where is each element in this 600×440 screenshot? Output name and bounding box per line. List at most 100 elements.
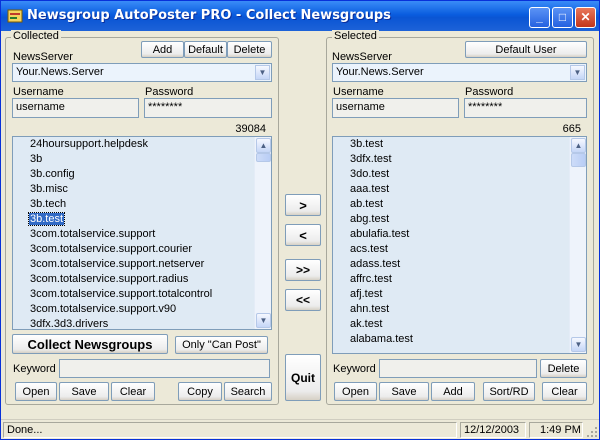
list-item-label: ab.test	[350, 198, 384, 210]
collected-newsgroup-list[interactable]: 24hoursupport.helpdesk 3b 3b.config 3b.misc…	[12, 136, 272, 330]
selected-username-input[interactable]: username	[332, 98, 459, 118]
app-icon	[7, 9, 23, 23]
collected-search-button[interactable]: Search	[224, 382, 272, 401]
collected-list-items: 24hoursupport.helpdesk 3b 3b.config 3b.misc…	[13, 137, 254, 329]
list-item[interactable]: 3b	[13, 152, 254, 167]
list-item-label: 3b.test	[350, 138, 384, 150]
list-item-label: acs.test	[350, 243, 388, 255]
list-item[interactable]: ab.test	[333, 197, 569, 212]
move-left-button[interactable]: <	[285, 224, 321, 246]
list-item-label: abulafia.test	[350, 228, 410, 240]
list-item[interactable]: affrc.test	[333, 272, 569, 287]
scroll-up-icon[interactable]: ▲	[571, 138, 586, 153]
collected-keyword-input[interactable]	[59, 359, 270, 378]
list-item-label: 3b.test	[27, 212, 66, 226]
chevron-down-icon[interactable]: ▼	[570, 65, 585, 80]
collected-count: 39084	[235, 123, 266, 135]
collected-newsserver-select[interactable]: Your.News.Server ▼	[12, 63, 272, 82]
collected-add-server-button[interactable]: Add	[141, 41, 184, 58]
collected-open-button[interactable]: Open	[15, 382, 57, 401]
selected-list-scrollbar[interactable]: ▲ ▼	[569, 137, 586, 353]
list-item-label: adass.test	[350, 258, 401, 270]
list-item[interactable]: 3b.misc	[13, 182, 254, 197]
list-item[interactable]: 3com.totalservice.support.courier	[13, 242, 254, 257]
list-item[interactable]: 3b.test	[333, 137, 569, 152]
selected-newsserver-select[interactable]: Your.News.Server ▼	[332, 63, 587, 82]
list-item-label: ahn.test	[350, 303, 390, 315]
list-item[interactable]: 3do.test	[333, 167, 569, 182]
status-time: 1:49 PM	[529, 422, 583, 438]
resize-grip-icon[interactable]	[586, 426, 598, 438]
list-item-label: alabama.test	[350, 333, 413, 345]
move-all-left-button[interactable]: <<	[285, 289, 321, 311]
list-item[interactable]: abg.test	[333, 212, 569, 227]
selected-save-button[interactable]: Save	[379, 382, 429, 401]
move-right-button[interactable]: >	[285, 194, 321, 216]
list-item[interactable]: 3com.totalservice.support.radius	[13, 272, 254, 287]
list-item[interactable]: 3dfx.3d3.drivers	[13, 317, 254, 329]
selected-delete-button[interactable]: Delete	[540, 359, 587, 378]
scroll-up-icon[interactable]: ▲	[256, 138, 271, 153]
collected-password-input[interactable]: ********	[144, 98, 272, 118]
list-item[interactable]: 3com.totalservice.support.netserver	[13, 257, 254, 272]
selected-clear-button[interactable]: Clear	[542, 382, 587, 401]
list-item-label: 3com.totalservice.support.v90	[30, 303, 177, 315]
list-item[interactable]: 24hoursupport.helpdesk	[13, 137, 254, 152]
collect-newsgroups-button[interactable]: Collect Newsgroups	[12, 334, 168, 354]
chevron-down-icon[interactable]: ▼	[255, 65, 270, 80]
list-item[interactable]: ak.test	[333, 317, 569, 332]
list-item[interactable]: adass.test	[333, 257, 569, 272]
list-item[interactable]: 3com.totalservice.support	[13, 227, 254, 242]
scroll-down-icon[interactable]: ▼	[256, 313, 271, 328]
scroll-thumb[interactable]	[571, 153, 586, 167]
list-item[interactable]: 3b.config	[13, 167, 254, 182]
collected-delete-server-button[interactable]: Delete	[227, 41, 272, 58]
selected-count: 665	[562, 123, 581, 135]
move-all-right-button[interactable]: >>	[285, 259, 321, 281]
list-item[interactable]: abulafia.test	[333, 227, 569, 242]
collected-legend: Collected	[11, 30, 61, 42]
collected-save-button[interactable]: Save	[59, 382, 109, 401]
list-item-label: 3com.totalservice.support.netserver	[30, 258, 205, 270]
close-button[interactable]: ✕	[575, 7, 596, 28]
list-item-label: 3dfx.test	[350, 153, 392, 165]
list-item-label: abg.test	[350, 213, 390, 225]
title-bar[interactable]: Newsgroup AutoPoster PRO - Collect Newsg…	[1, 1, 599, 31]
scroll-thumb[interactable]	[256, 153, 271, 162]
status-text: Done...	[3, 422, 457, 438]
selected-password-input[interactable]: ********	[464, 98, 587, 118]
selected-open-button[interactable]: Open	[334, 382, 377, 401]
list-item[interactable]: aaa.test	[333, 182, 569, 197]
list-item[interactable]: 3b.test	[13, 212, 254, 227]
only-can-post-toggle[interactable]: Only "Can Post"	[175, 336, 268, 354]
quit-button[interactable]: Quit	[285, 354, 321, 401]
collected-copy-button[interactable]: Copy	[178, 382, 222, 401]
maximize-button[interactable]: □	[552, 7, 573, 28]
list-item[interactable]: 3b.tech	[13, 197, 254, 212]
main-window: Newsgroup AutoPoster PRO - Collect Newsg…	[0, 0, 600, 440]
sort-rd-button[interactable]: Sort/RD	[483, 382, 535, 401]
list-item[interactable]: acs.test	[333, 242, 569, 257]
list-item-label: 3b.config	[30, 168, 75, 180]
scroll-down-icon[interactable]: ▼	[571, 337, 586, 352]
list-item[interactable]: 3com.totalservice.support.totalcontrol	[13, 287, 254, 302]
list-item-label: 3b	[30, 153, 43, 165]
list-item[interactable]: alabama.test	[333, 332, 569, 347]
list-item[interactable]: 3com.totalservice.support.v90	[13, 302, 254, 317]
collected-list-scrollbar[interactable]: ▲ ▼	[254, 137, 271, 329]
default-user-button[interactable]: Default User	[465, 41, 587, 58]
selected-newsgroup-list[interactable]: 3b.test 3dfx.test 3do.test aaa.test ab.test a…	[332, 136, 587, 354]
minimize-button[interactable]: _	[529, 7, 550, 28]
collected-keyword-label: Keyword	[13, 363, 56, 375]
selected-add-button[interactable]: Add	[431, 382, 475, 401]
window-title: Newsgroup AutoPoster PRO - Collect Newsg…	[27, 8, 391, 23]
list-item[interactable]: afj.test	[333, 287, 569, 302]
list-item-label: aaa.test	[350, 183, 390, 195]
list-item[interactable]: 3dfx.test	[333, 152, 569, 167]
collected-default-server-button[interactable]: Default	[184, 41, 227, 58]
selected-keyword-input[interactable]	[379, 359, 537, 378]
collected-clear-button[interactable]: Clear	[111, 382, 155, 401]
list-item-label: 3com.totalservice.support	[30, 228, 156, 240]
list-item[interactable]: ahn.test	[333, 302, 569, 317]
collected-username-input[interactable]: username	[12, 98, 139, 118]
